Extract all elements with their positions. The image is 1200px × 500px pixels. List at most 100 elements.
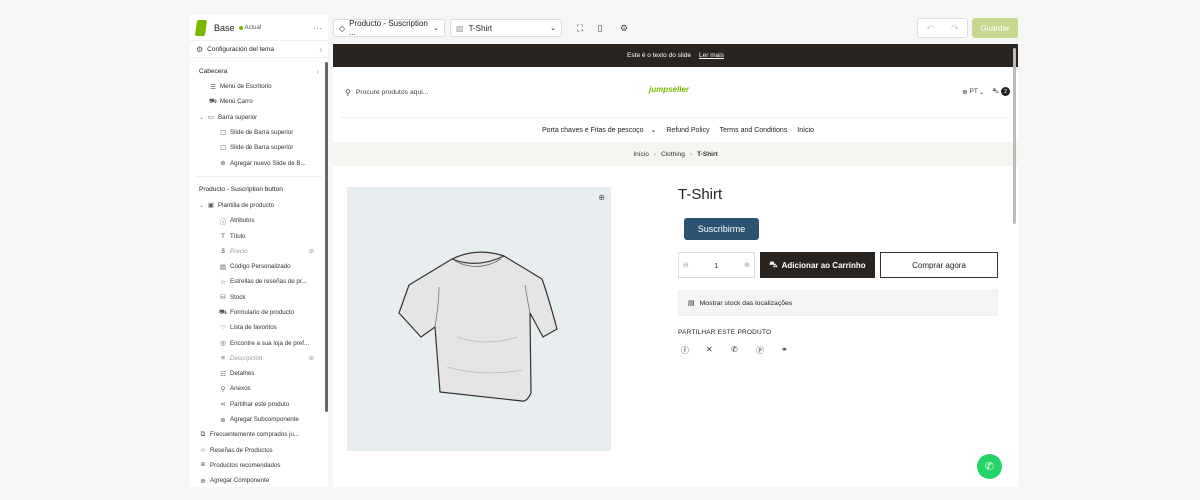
announcement-link[interactable]: Ler mais — [699, 52, 724, 59]
sidebar-item-template-block[interactable]: ⛟ Formulario de producto — [190, 305, 328, 320]
sidebar-item-header[interactable]: ⛟ Menú Carro — [190, 94, 328, 109]
nav-item-home[interactable]: Início — [797, 127, 814, 134]
sidebar-item-label: Detalhes — [230, 370, 255, 378]
sidebar-item-label: Barra superior — [218, 113, 258, 121]
sidebar-item-template-block[interactable]: ⛁ Stock — [190, 290, 328, 305]
sidebar-scrollbar[interactable] — [325, 62, 328, 412]
language-selector[interactable]: PT — [970, 88, 978, 95]
sidebar-item-component[interactable]: ☆ Reseñas de Productos — [190, 443, 328, 458]
sidebar-item-icon: ☆ — [220, 278, 226, 286]
sidebar-item-label: Anexos — [230, 385, 251, 393]
more-menu-icon[interactable]: ··· — [313, 23, 322, 33]
fullscreen-icon[interactable]: ⛶ — [570, 19, 590, 37]
buy-now-button[interactable]: Comprar agora — [880, 252, 998, 278]
template-icon: ▣ — [207, 202, 215, 210]
minus-icon[interactable]: ⊖ — [683, 261, 689, 269]
save-button[interactable]: Guardar — [972, 18, 1018, 38]
sidebar-item-icon: ⛟ — [209, 98, 218, 106]
sidebar-item-template-block[interactable]: ≡ Descripción ⊘ — [190, 351, 328, 366]
sidebar-item-label: Partilhar este produto — [230, 400, 290, 408]
page-select[interactable]: ◇ Producto - Suscription ... ⌄ — [333, 19, 445, 37]
nav-item-label: Porta chaves e Fitas de pescoço — [541, 127, 644, 134]
eye-off-icon[interactable]: ⊘ — [309, 355, 314, 362]
breadcrumb-home[interactable]: Início — [633, 151, 649, 158]
sidebar-item-header[interactable]: ☰ Menú de Escritorio — [190, 79, 328, 94]
chevron-down-icon: ⌄ — [978, 88, 985, 96]
sidebar-item-template-block[interactable]: ♡ Lista de favoritos — [190, 320, 328, 335]
breadcrumb: Início › Clothing › T-Shirt — [333, 142, 1018, 166]
subscribe-button[interactable]: Suscribirme — [684, 218, 759, 240]
sidebar-item-icon: ≡ — [221, 354, 225, 362]
sidebar-item-template-block[interactable]: ⚲ Anexos — [190, 381, 328, 396]
whatsapp-icon[interactable]: ✆ — [731, 345, 756, 356]
mobile-view-icon[interactable]: ▯ — [590, 19, 610, 37]
quantity-stepper[interactable]: ⊖ 1 ⊕ — [678, 252, 755, 278]
store-logo[interactable]: jumpseller — [649, 85, 689, 94]
sidebar-item-template-block[interactable]: ⊕ Agregar Subcomponente — [190, 412, 328, 427]
cart-icon[interactable]: ⛍ — [992, 87, 999, 96]
zoom-icon[interactable]: ⊕ — [598, 193, 605, 202]
undo-icon[interactable]: ↶ — [926, 23, 934, 34]
nav-item-terms[interactable]: Terms and Conditions — [720, 127, 788, 134]
sidebar-item-icon: $ — [221, 247, 225, 255]
sidebar-item-template-block[interactable]: ☷ Detalhes — [190, 366, 328, 381]
sidebar-item-label: Descripción — [230, 354, 263, 362]
sidebar-item-label: Código Personalizado — [230, 263, 291, 271]
nav-item-refund[interactable]: Refund Policy — [666, 127, 709, 134]
sidebar-item-template-block[interactable]: ◎ Encontre a sua loja de pref... — [190, 335, 328, 350]
sidebar-item-template-block[interactable]: ▤ Código Personalizado — [190, 259, 328, 274]
sidebar-item-icon: ⊕ — [220, 160, 226, 168]
nav-item-keychains[interactable]: Porta chaves e Fitas de pescoço ⌄ — [537, 126, 656, 134]
quantity-value[interactable]: 1 — [714, 261, 718, 270]
pinterest-icon[interactable]: ⓟ — [756, 345, 781, 356]
search-input[interactable]: ⚲ Procure produtos aqui... — [345, 88, 428, 97]
editor-sidebar: Base Actual ··· ⚙ Configuración del tema… — [190, 15, 328, 487]
product-select-label: T-Shirt — [468, 23, 493, 33]
announcement-bar: Este é o texto do slide Ler mais — [333, 44, 1018, 67]
sidebar-item-component[interactable]: ⧉ Frecuentemente comprados ju... — [190, 427, 328, 442]
theme-config-item[interactable]: ⚙ Configuración del tema › — [190, 41, 328, 58]
plus-icon[interactable]: ⊕ — [744, 261, 750, 269]
add-to-cart-button[interactable]: ⛍ Adicionar ao Carrinho — [760, 252, 875, 278]
chevron-right-icon: › — [689, 150, 693, 158]
breadcrumb-category[interactable]: Clothing — [661, 151, 685, 158]
sidebar-item-slide[interactable]: ⊕ Agregar nuevo Slide de B... — [190, 155, 328, 170]
sidebar-item-slide[interactable]: ☐ Slide de Barra superior — [190, 140, 328, 155]
product-image[interactable]: ⊕ — [347, 187, 611, 451]
x-icon[interactable]: ✕ — [706, 345, 731, 356]
jumpseller-logo-icon — [194, 19, 208, 36]
sidebar-item-template[interactable]: ⌄ ▣ Plantilla de producto — [190, 198, 328, 213]
sidebar-item-top-bar[interactable]: ⌄ ▭ Barra superior — [190, 110, 328, 125]
tshirt-illustration — [398, 251, 558, 402]
globe-icon: ⊕ — [962, 88, 968, 96]
sidebar-item-component[interactable]: ⧈ Productos recomendados — [190, 458, 328, 473]
sidebar-item-template-block[interactable]: ⓘ Atributos — [190, 213, 328, 228]
status-dot-icon — [238, 25, 243, 30]
sidebar-item-icon: ⛁ — [220, 294, 226, 302]
sidebar-item-icon: ⓘ — [219, 218, 227, 226]
stock-locations-button[interactable]: ▤ Mostrar stock das localizações — [678, 290, 998, 316]
sidebar-item-component[interactable]: ⊕ Agregar Componente — [190, 473, 328, 487]
sidebar-item-template-block[interactable]: ⋖ Partilhar este produto — [190, 397, 328, 412]
preview-scrollbar[interactable] — [1013, 48, 1016, 224]
sidebar-item-icon: ☆ — [200, 447, 206, 455]
sidebar-item-template-block[interactable]: $ Precio ⊘ — [190, 244, 328, 259]
eye-off-icon[interactable]: ⊘ — [309, 248, 314, 255]
sidebar-item-slide[interactable]: ☐ Slide de Barra superior — [190, 125, 328, 140]
sidebar-item-template-block[interactable]: T Título — [190, 228, 328, 243]
link-icon[interactable]: ⚭ — [781, 345, 806, 356]
announcement-text: Este é o texto do slide — [627, 52, 692, 59]
section-header-label: Cabecera — [199, 67, 228, 75]
facebook-icon[interactable]: ⓕ — [681, 345, 706, 356]
whatsapp-float-icon[interactable]: ✆ — [977, 454, 1002, 479]
sliders-icon: ⚙ — [196, 44, 204, 54]
redo-icon[interactable]: ↷ — [951, 23, 959, 34]
sidebar-item-icon: T — [221, 232, 225, 240]
sidebar-item-label: Formulario de producto — [230, 309, 294, 316]
sidebar-item-icon: ◎ — [220, 340, 226, 348]
product-select[interactable]: ▨ T-Shirt ⌄ — [450, 19, 562, 37]
chevron-right-icon: › — [316, 66, 319, 76]
settings-icon[interactable]: ⚙ — [614, 19, 634, 37]
section-header[interactable]: Cabecera › — [190, 63, 328, 79]
sidebar-item-template-block[interactable]: ☆ Estrellas de reseñas de pr... — [190, 274, 328, 289]
